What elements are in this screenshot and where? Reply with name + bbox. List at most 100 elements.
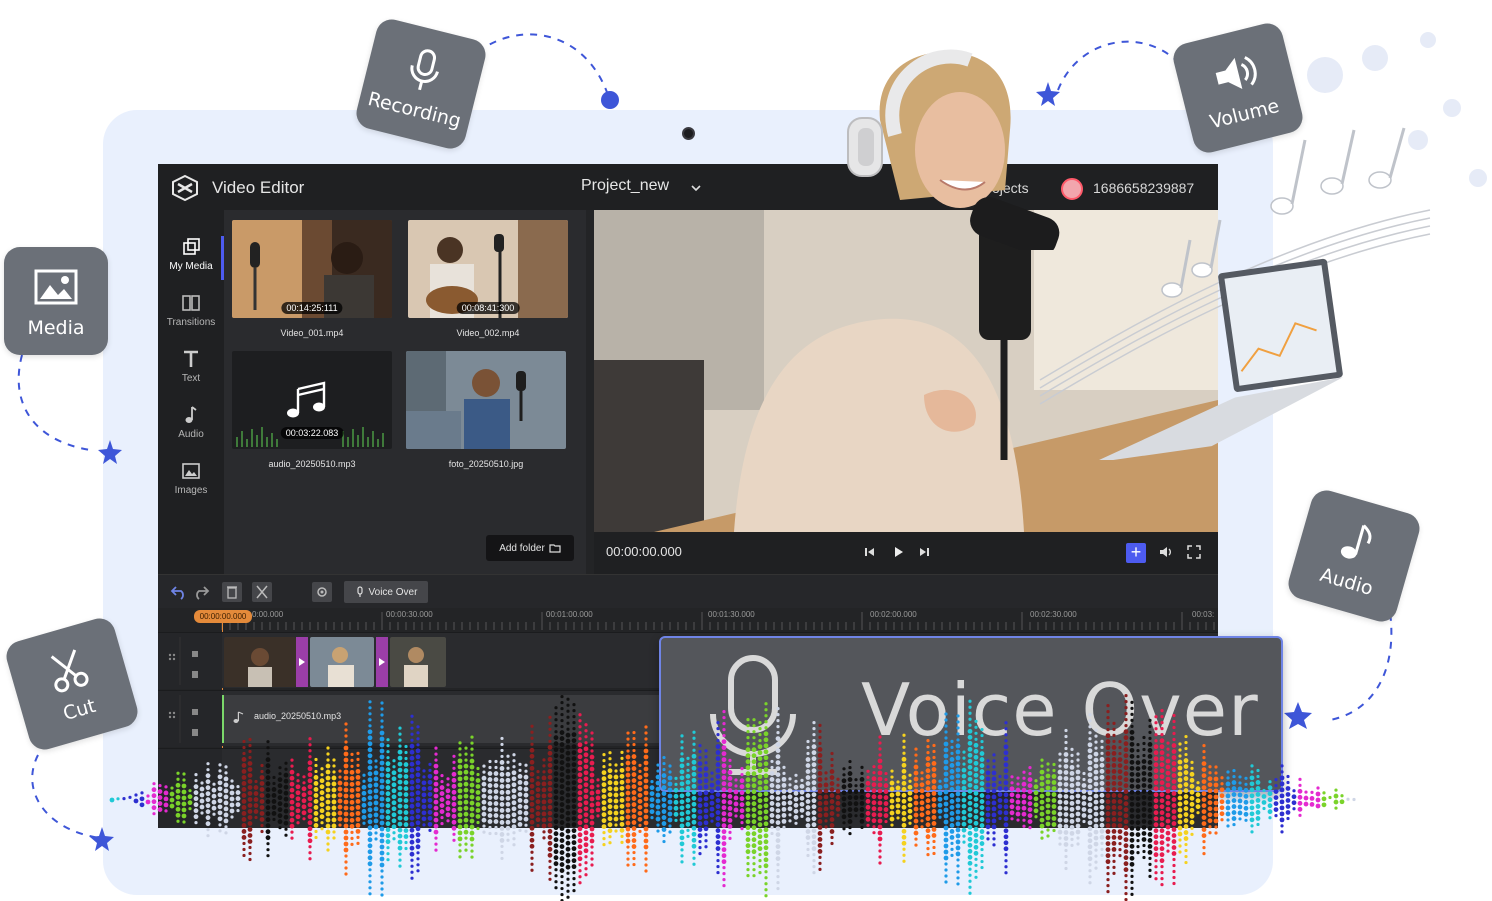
waveform-dot (908, 821, 912, 825)
waveform-dot (643, 820, 649, 826)
waveform-dot (998, 780, 1002, 785)
waveform-dot (1064, 848, 1068, 853)
waveform-dot (643, 748, 649, 754)
waveform-dot (1165, 812, 1171, 818)
waveform-dot (955, 827, 961, 833)
waveform-dot (1057, 793, 1063, 799)
waveform-dot (325, 769, 331, 775)
waveform-dot (445, 794, 451, 800)
waveform-dot (344, 728, 348, 732)
waveform-dot (962, 840, 966, 844)
waveform-dot (950, 745, 954, 749)
waveform-dot (704, 755, 708, 759)
waveform-dot (841, 778, 847, 784)
waveform-dot (1111, 756, 1117, 762)
waveform-dot (1129, 765, 1135, 771)
waveform-dot (1226, 818, 1230, 822)
waveform-dot (1082, 819, 1086, 824)
waveform-dot (583, 836, 589, 842)
waveform-dot (571, 858, 577, 864)
waveform-dot (920, 825, 924, 829)
waveform-dot (1136, 851, 1140, 855)
waveform-dot (985, 770, 991, 776)
waveform-dot (1171, 785, 1177, 790)
waveform-dot (530, 736, 534, 740)
waveform-dot (223, 806, 229, 812)
waveform-dot (979, 817, 985, 822)
waveform-dot (1135, 760, 1141, 766)
waveform-dot (973, 754, 979, 760)
waveform-dot (547, 768, 553, 774)
waveform-dot (1165, 800, 1171, 806)
waveform-dot (811, 810, 817, 816)
waveform-dot (776, 881, 780, 885)
waveform-dot (1207, 800, 1213, 806)
waveform-dot (1201, 809, 1207, 814)
waveform-dot (1298, 783, 1302, 787)
waveform-dot (980, 745, 984, 750)
waveform-dot (824, 771, 828, 775)
waveform-dot (901, 780, 907, 786)
waveform-dot (343, 817, 349, 823)
waveform-dot (1171, 815, 1177, 820)
waveform-dot (368, 892, 372, 896)
waveform-dot (949, 756, 955, 762)
waveform-dot (524, 823, 528, 827)
waveform-dot (379, 742, 385, 748)
waveform-dot (691, 765, 697, 771)
waveform-dot (151, 805, 157, 811)
waveform-dot (331, 793, 337, 799)
waveform-dot (968, 717, 972, 721)
waveform-dot (151, 793, 157, 799)
waveform-dot (452, 832, 456, 836)
waveform-dot (1112, 865, 1116, 869)
waveform-dot (763, 833, 769, 839)
waveform-dot (1231, 804, 1237, 809)
waveform-dot (193, 796, 199, 802)
waveform-dot (445, 800, 451, 806)
waveform-dot (1165, 782, 1171, 788)
waveform-dot (1106, 866, 1110, 870)
waveform-dot (961, 773, 967, 779)
waveform-dot (1117, 811, 1123, 816)
waveform-dot (1177, 759, 1183, 765)
waveform-dot (980, 739, 984, 744)
waveform-dot (973, 796, 979, 802)
waveform-dot (547, 804, 553, 810)
waveform-dot (217, 798, 223, 804)
waveform-dot (769, 777, 775, 782)
waveform-dot (440, 773, 444, 778)
waveform-dot (667, 817, 673, 823)
waveform-dot (277, 795, 283, 801)
waveform-dot (1003, 750, 1009, 756)
waveform-dot (349, 769, 355, 775)
waveform-dot (1129, 849, 1135, 855)
waveform-dot (1160, 877, 1164, 881)
waveform-dot (259, 781, 265, 786)
waveform-dot (829, 799, 835, 804)
waveform-dot (1003, 822, 1009, 828)
waveform-dot (505, 819, 511, 825)
waveform-dot (1124, 700, 1128, 704)
waveform-dot (992, 759, 996, 763)
waveform-dot (499, 784, 505, 789)
waveform-dot (1106, 890, 1110, 894)
waveform-dot (379, 790, 385, 796)
waveform-dot (805, 757, 811, 762)
waveform-dot (1105, 805, 1111, 811)
waveform-dot (571, 864, 577, 870)
waveform-dot (1213, 794, 1219, 800)
waveform-dot (265, 793, 271, 799)
waveform-dot (763, 761, 769, 767)
waveform-dot (205, 797, 211, 803)
waveform-dot (661, 827, 667, 832)
waveform-dot (679, 781, 685, 787)
waveform-dot (517, 785, 523, 791)
waveform-dot (625, 826, 631, 832)
waveform-dot (409, 839, 415, 845)
waveform-dot (403, 834, 409, 839)
waveform-dot (511, 812, 517, 818)
waveform-dot (728, 830, 732, 835)
waveform-dot (697, 833, 703, 839)
waveform-dot (398, 744, 402, 748)
